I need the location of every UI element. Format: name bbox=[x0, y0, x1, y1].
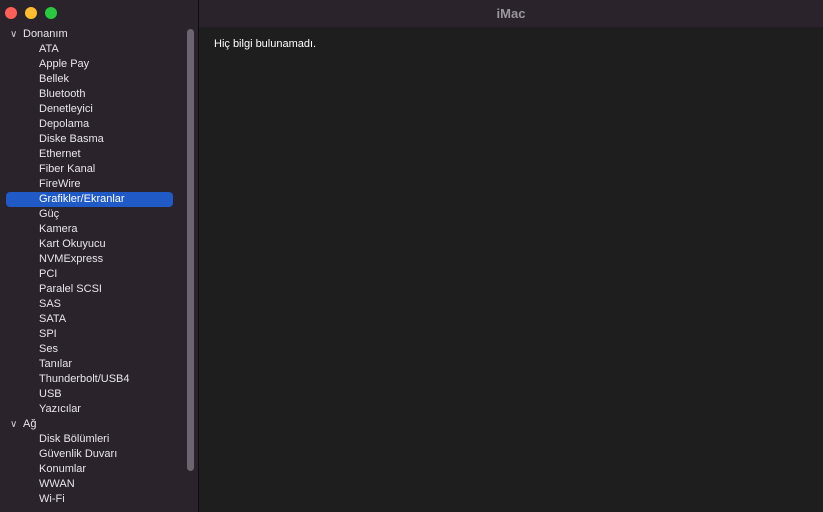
sidebar-item[interactable]: Güvenlik Duvarı bbox=[0, 447, 186, 462]
sidebar-item[interactable]: SAS bbox=[0, 297, 186, 312]
sidebar: ∨ Donanım ATA Apple Pay Bellek Bluetooth Denet… bbox=[0, 0, 198, 512]
sidebar-item[interactable]: WWAN bbox=[0, 477, 186, 492]
sidebar-item-label: Wi-Fi bbox=[39, 493, 65, 505]
category-tree: ∨ Donanım ATA Apple Pay Bellek Bluetooth Denet… bbox=[0, 27, 186, 507]
sidebar-item[interactable]: Diske Basma bbox=[0, 132, 186, 147]
window-title: iMac bbox=[496, 6, 526, 21]
sidebar-item[interactable]: ATA bbox=[0, 42, 186, 57]
sidebar-item[interactable]: Paralel SCSI bbox=[0, 282, 186, 297]
sidebar-item[interactable]: Ethernet bbox=[0, 147, 186, 162]
sidebar-item-label: Yazıcılar bbox=[39, 403, 81, 415]
sidebar-item-label: Ethernet bbox=[39, 148, 81, 160]
sidebar-item-label: Apple Pay bbox=[39, 58, 90, 70]
sidebar-group[interactable]: ∨ Donanım bbox=[0, 27, 186, 42]
titlebar: iMac bbox=[199, 0, 823, 27]
sidebar-item[interactable]: FireWire bbox=[0, 177, 186, 192]
sidebar-item[interactable]: Konumlar bbox=[0, 462, 186, 477]
chevron-down-icon[interactable]: ∨ bbox=[10, 417, 20, 432]
sidebar-item-label: SAS bbox=[39, 298, 62, 310]
sidebar-item[interactable]: Bellek bbox=[0, 72, 186, 87]
sidebar-item[interactable]: Depolama bbox=[0, 117, 186, 132]
sidebar-item[interactable]: Ses bbox=[0, 342, 186, 357]
sidebar-item-label: Güç bbox=[39, 208, 60, 220]
minimize-button[interactable] bbox=[25, 7, 37, 19]
close-button[interactable] bbox=[5, 7, 17, 19]
sidebar-item-label: SPI bbox=[39, 328, 57, 340]
sidebar-item[interactable]: Tanılar bbox=[0, 357, 186, 372]
sidebar-item[interactable]: Kamera bbox=[0, 222, 186, 237]
sidebar-item[interactable]: Disk Bölümleri bbox=[0, 432, 186, 447]
chevron-down-icon[interactable]: ∨ bbox=[10, 27, 20, 42]
sidebar-scrollbar[interactable] bbox=[187, 29, 194, 471]
sidebar-item-label: Tanılar bbox=[39, 358, 73, 370]
sidebar-item-label: ATA bbox=[39, 43, 59, 55]
sidebar-item[interactable]: Kart Okuyucu bbox=[0, 237, 186, 252]
sidebar-item-label: FireWire bbox=[39, 178, 81, 190]
sidebar-item[interactable]: SPI bbox=[0, 327, 186, 342]
sidebar-item[interactable]: Apple Pay bbox=[0, 57, 186, 72]
zoom-button[interactable] bbox=[45, 7, 57, 19]
sidebar-item-label: Bellek bbox=[39, 73, 69, 85]
sidebar-item-label: Denetleyici bbox=[39, 103, 93, 115]
sidebar-item-label: Grafikler/Ekranlar bbox=[39, 193, 125, 205]
sidebar-item[interactable]: NVMExpress bbox=[0, 252, 186, 267]
sidebar-item[interactable]: Bluetooth bbox=[0, 87, 186, 102]
sidebar-item-label: Konumlar bbox=[39, 463, 87, 475]
window-controls bbox=[5, 7, 57, 19]
sidebar-item[interactable]: Güç bbox=[0, 207, 186, 222]
sidebar-item[interactable]: Wi-Fi bbox=[0, 492, 186, 507]
sidebar-item-label: Fiber Kanal bbox=[39, 163, 96, 175]
sidebar-item-label: Ses bbox=[39, 343, 58, 355]
sidebar-group[interactable]: ∨ Ağ bbox=[0, 417, 186, 432]
detail-pane: Hiç bilgi bulunamadı. bbox=[199, 27, 823, 512]
sidebar-item[interactable]: SATA bbox=[0, 312, 186, 327]
sidebar-item-label: USB bbox=[39, 388, 62, 400]
sidebar-item[interactable]: USB bbox=[0, 387, 186, 402]
sidebar-item-label: Güvenlik Duvarı bbox=[39, 448, 118, 460]
sidebar-group-label: Donanım bbox=[23, 28, 68, 40]
sidebar-item[interactable]: Thunderbolt/USB4 bbox=[0, 372, 186, 387]
sidebar-item[interactable]: Grafikler/Ekranlar bbox=[6, 192, 173, 207]
no-info-message: Hiç bilgi bulunamadı. bbox=[214, 38, 317, 50]
sidebar-group-label: Ağ bbox=[23, 418, 37, 430]
sidebar-item-label: Paralel SCSI bbox=[39, 283, 102, 295]
sidebar-item[interactable]: PCI bbox=[0, 267, 186, 282]
sidebar-item-label: WWAN bbox=[39, 478, 75, 490]
sidebar-item[interactable]: Yazıcılar bbox=[0, 402, 186, 417]
sidebar-item[interactable]: Denetleyici bbox=[0, 102, 186, 117]
sidebar-item-label: Bluetooth bbox=[39, 88, 86, 100]
sidebar-item-label: Disk Bölümleri bbox=[39, 433, 110, 445]
sidebar-item-label: Diske Basma bbox=[39, 133, 104, 145]
sidebar-item-label: SATA bbox=[39, 313, 67, 325]
sidebar-item[interactable]: Fiber Kanal bbox=[0, 162, 186, 177]
sidebar-item-label: NVMExpress bbox=[39, 253, 104, 265]
sidebar-item-label: Depolama bbox=[39, 118, 90, 130]
sidebar-item-label: Thunderbolt/USB4 bbox=[39, 373, 130, 385]
sidebar-item-label: PCI bbox=[39, 268, 58, 280]
sidebar-item-label: Kamera bbox=[39, 223, 78, 235]
sidebar-item-label: Kart Okuyucu bbox=[39, 238, 106, 250]
